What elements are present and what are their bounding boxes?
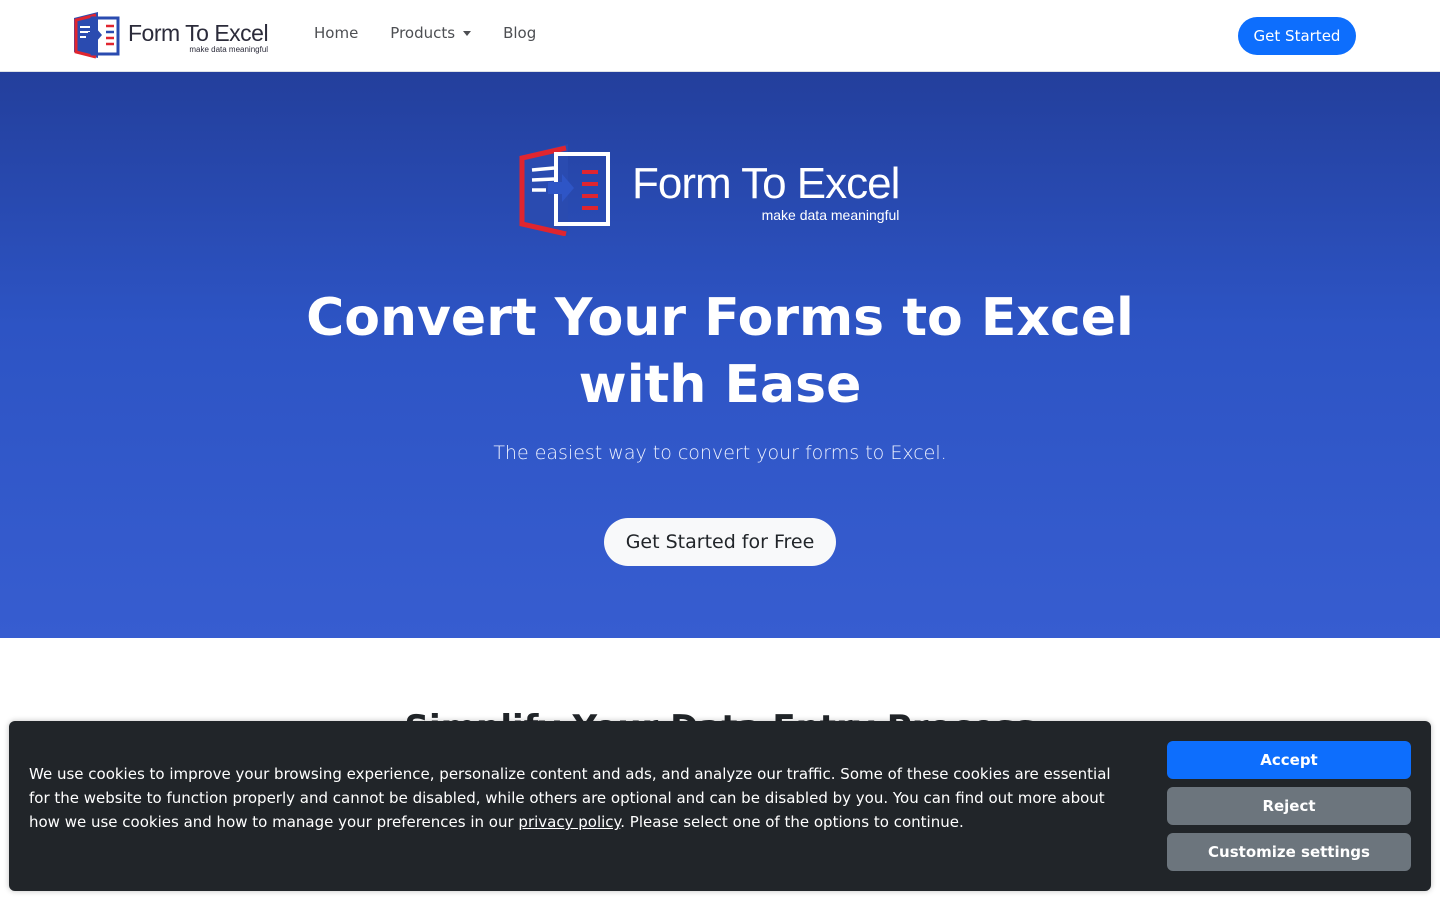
hero-logo-wordmark: Form To Excel make data meaningful [632,159,900,223]
nav-link-home[interactable]: Home [314,24,358,42]
reject-cookies-button[interactable]: Reject [1167,787,1411,825]
nav-link-products-dropdown[interactable]: Products [390,24,472,42]
caret-down-icon [463,30,472,36]
cookie-consent-text: We use cookies to improve your browsing … [29,762,1129,834]
cookie-text-after-link: . Please select one of the options to co… [620,813,964,831]
privacy-policy-link[interactable]: privacy policy [518,813,620,831]
hero-title-line-2: with Ease [578,355,862,415]
brand-logo-link[interactable]: Form To Excel make data meaningful [72,12,269,64]
get-started-for-free-button[interactable]: Get Started for Free [604,518,836,566]
brand-name: Form To Excel [128,20,269,46]
form-to-excel-logo-icon [72,12,120,64]
hero-logo-name: Form To Excel [632,159,900,208]
nav-link-blog[interactable]: Blog [503,24,536,42]
hero-title-line-1: Convert Your Forms to Excel [306,288,1134,348]
form-to-excel-logo-icon [516,144,612,240]
cookie-consent-banner: We use cookies to improve your browsing … [9,721,1431,891]
hero-logo: Form To Excel make data meaningful [516,144,900,240]
nav-link-products-label: Products [390,24,456,42]
hero-logo-tagline: make data meaningful [761,207,900,223]
get-started-button[interactable]: Get Started [1238,17,1356,55]
brand-wordmark: Form To Excel make data meaningful [128,20,269,54]
hero-title: Convert Your Forms to Excel with Ease [0,285,1440,419]
brand-tagline: make data meaningful [189,45,269,54]
customize-settings-button[interactable]: Customize settings [1167,833,1411,871]
top-navbar: Form To Excel make data meaningful Home … [0,0,1440,72]
nav-links: Home Products Blog [314,24,568,42]
hero-subtitle: The easiest way to convert your forms to… [493,442,947,464]
accept-cookies-button[interactable]: Accept [1167,741,1411,779]
hero-section: Form To Excel make data meaningful Conve… [0,72,1440,638]
